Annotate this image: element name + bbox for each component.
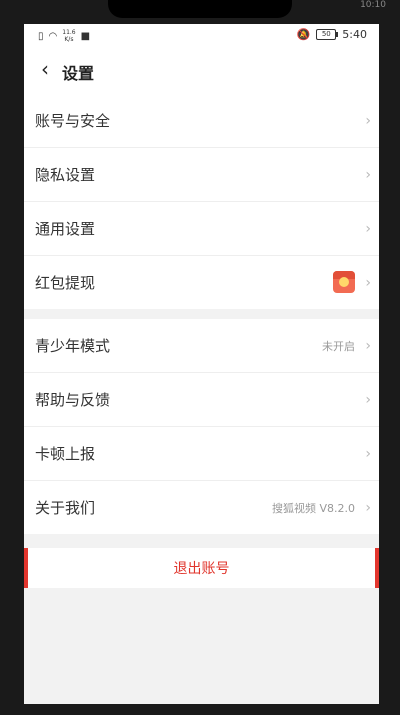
row-label: 通用设置 bbox=[35, 220, 96, 238]
sim-icon: ▯ bbox=[38, 30, 44, 42]
red-packet-icon bbox=[333, 271, 355, 293]
outer-status-time: 10:10 bbox=[360, 0, 386, 10]
phone-frame: 10:10 ▯ ◠ 11.6 K/s ■ 🔕 50 5:40 ‹ 设置 账号与安… bbox=[0, 0, 400, 715]
chevron-right-icon: › bbox=[365, 274, 371, 291]
settings-group-1: 账号与安全 › 隐私设置 › 通用设置 › 红包提现 › bbox=[24, 94, 379, 309]
status-time: 5:40 bbox=[342, 28, 367, 41]
row-account-security[interactable]: 账号与安全 › bbox=[24, 94, 379, 148]
row-teen-mode[interactable]: 青少年模式 未开启 › bbox=[24, 319, 379, 373]
notification-icon: ■ bbox=[80, 30, 91, 42]
status-left: ▯ ◠ 11.6 K/s ■ bbox=[38, 29, 90, 43]
network-speed: 11.6 K/s bbox=[62, 29, 75, 43]
row-privacy-settings[interactable]: 隐私设置 › bbox=[24, 148, 379, 202]
settings-group-2: 青少年模式 未开启 › 帮助与反馈 › 卡顿上报 › 关于我们 搜狐视频 V8.… bbox=[24, 319, 379, 534]
mute-icon: 🔕 bbox=[296, 28, 311, 41]
status-right: 🔕 50 5:40 bbox=[297, 28, 367, 41]
chevron-right-icon: › bbox=[365, 499, 371, 516]
chevron-right-icon: › bbox=[365, 391, 371, 408]
row-lag-report[interactable]: 卡顿上报 › bbox=[24, 427, 379, 481]
teen-mode-status: 未开启 bbox=[322, 339, 355, 353]
chevron-right-icon: › bbox=[365, 112, 371, 129]
header: ‹ 设置 bbox=[24, 46, 379, 94]
chevron-right-icon: › bbox=[365, 445, 371, 462]
row-red-packet-withdraw[interactable]: 红包提现 › bbox=[24, 256, 379, 309]
screen: ▯ ◠ 11.6 K/s ■ 🔕 50 5:40 ‹ 设置 账号与安全 › 隐私… bbox=[24, 24, 379, 704]
page-title: 设置 bbox=[62, 64, 95, 83]
row-help-feedback[interactable]: 帮助与反馈 › bbox=[24, 373, 379, 427]
row-label: 卡顿上报 bbox=[35, 445, 96, 463]
chevron-right-icon: › bbox=[365, 220, 371, 237]
logout-label: 退出账号 bbox=[173, 561, 230, 577]
wifi-icon: ◠ bbox=[48, 30, 58, 42]
row-label: 账号与安全 bbox=[35, 112, 111, 130]
row-about-us[interactable]: 关于我们 搜狐视频 V8.2.0 › bbox=[24, 481, 379, 534]
network-speed-unit: K/s bbox=[64, 36, 74, 43]
chevron-right-icon: › bbox=[365, 166, 371, 183]
status-bar: ▯ ◠ 11.6 K/s ■ 🔕 50 5:40 bbox=[24, 24, 379, 46]
battery-icon: 50 bbox=[316, 29, 339, 40]
app-version: 搜狐视频 V8.2.0 bbox=[271, 501, 355, 515]
row-general-settings[interactable]: 通用设置 › bbox=[24, 202, 379, 256]
row-label: 红包提现 bbox=[35, 274, 96, 292]
logout-button[interactable]: 退出账号 bbox=[24, 548, 379, 588]
row-label: 帮助与反馈 bbox=[35, 391, 111, 409]
row-label: 隐私设置 bbox=[35, 166, 96, 184]
network-speed-value: 11.6 bbox=[62, 29, 76, 36]
back-icon[interactable]: ‹ bbox=[34, 56, 56, 82]
chevron-right-icon: › bbox=[365, 337, 371, 354]
row-label: 关于我们 bbox=[35, 499, 96, 517]
row-label: 青少年模式 bbox=[35, 337, 111, 355]
phone-notch bbox=[108, 0, 292, 18]
